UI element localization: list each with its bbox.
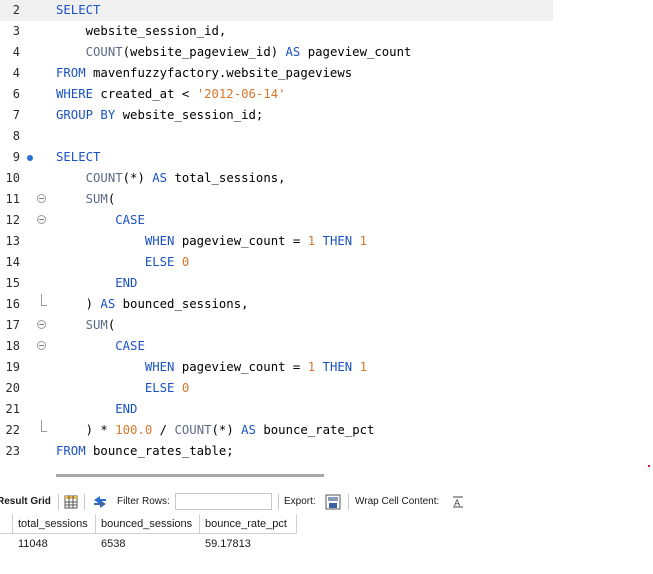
line-number: 14	[5, 255, 20, 269]
marker-dot	[648, 465, 650, 467]
code-line[interactable]: 20 ELSE 0	[0, 378, 653, 399]
code-text: website_session_id,	[56, 24, 227, 38]
line-number: 17	[5, 318, 20, 332]
code-text: WHEN pageview_count = 1 THEN 1	[144, 234, 367, 248]
line-number: 9	[12, 150, 20, 164]
code-text: WHEN pageview_count = 1 THEN 1	[144, 360, 367, 374]
result-toolbar: Result Grid Filter Rows: Export: Wrap Ce…	[0, 490, 653, 514]
line-number: 21	[5, 402, 20, 416]
line-number: 10	[5, 171, 20, 185]
code-line[interactable]: 22 ) * 100.0 / COUNT(*) AS bounce_rate_p…	[0, 420, 653, 441]
grid-view-icon[interactable]	[64, 495, 78, 509]
line-number: 22	[5, 423, 20, 437]
code-text: COUNT(*) AS total_sessions,	[85, 171, 286, 185]
toolbar-separator	[348, 494, 349, 510]
code-text: SELECT	[56, 150, 101, 164]
fold-end-icon	[41, 420, 47, 432]
code-line[interactable]: 13 WHEN pageview_count = 1 THEN 1	[0, 231, 653, 252]
column-header-total-sessions[interactable]: total_sessions	[13, 514, 96, 534]
line-number: 7	[12, 108, 20, 122]
code-text: CASE	[115, 339, 145, 353]
code-text: SUM(	[85, 192, 116, 206]
code-line[interactable]: 21 END	[0, 399, 653, 420]
column-header-bounced-sessions[interactable]: bounced_sessions	[96, 514, 200, 534]
code-text: ELSE 0	[144, 381, 190, 395]
line-number: 23	[5, 444, 20, 458]
column-header-bounce-rate-pct[interactable]: bounce_rate_pct	[200, 514, 297, 534]
fold-toggle-icon[interactable]	[37, 215, 46, 224]
line-number: 3	[12, 24, 20, 38]
code-line[interactable]: 17 SUM(	[0, 315, 653, 336]
export-icon[interactable]	[325, 494, 341, 510]
line-number: 11	[5, 192, 20, 206]
current-statement-marker-icon	[27, 155, 33, 161]
line-number: 2	[12, 3, 20, 17]
line-number: 4	[12, 66, 20, 80]
code-text: SELECT	[56, 3, 101, 17]
editor-horizontal-scrollbar[interactable]	[56, 474, 324, 477]
code-line[interactable]: 10 COUNT(*) AS total_sessions,	[0, 168, 653, 189]
filter-rows-input[interactable]	[175, 493, 272, 510]
wrap-cell-label: Wrap Cell Content:	[355, 496, 440, 507]
code-text: COUNT(website_pageview_id) AS pageview_c…	[85, 45, 412, 59]
code-text: CASE	[115, 213, 145, 227]
code-text: FROM mavenfuzzyfactory.website_pageviews	[56, 66, 353, 80]
line-number: 12	[5, 213, 20, 227]
code-line[interactable]: 23 FROM bounce_rates_table;	[0, 441, 653, 462]
export-label: Export:	[284, 496, 316, 507]
table-cell[interactable]: 11048	[13, 535, 96, 554]
code-line[interactable]: 6 WHERE created_at < '2012-06-14'	[0, 84, 653, 105]
code-text: END	[115, 276, 138, 290]
table-cell[interactable]: 59.17813	[200, 535, 297, 554]
line-number: 18	[5, 339, 20, 353]
fold-toggle-icon[interactable]	[37, 320, 46, 329]
code-text: ) * 100.0 / COUNT(*) AS bounce_rate_pct	[56, 423, 375, 437]
code-line[interactable]: 4 FROM mavenfuzzyfactory.website_pageview…	[0, 63, 653, 84]
code-text: FROM bounce_rates_table;	[56, 444, 234, 458]
code-line[interactable]: 4 COUNT(website_pageview_id) AS pageview…	[0, 42, 653, 63]
code-line[interactable]: 14 ELSE 0	[0, 252, 653, 273]
line-number: 4	[12, 45, 20, 59]
toolbar-separator	[58, 494, 59, 510]
table-cell[interactable]: 6538	[96, 535, 200, 554]
line-number: 13	[5, 234, 20, 248]
filter-arrows-icon[interactable]	[92, 495, 108, 509]
code-line[interactable]: 3 website_session_id,	[0, 21, 653, 42]
result-grid-tab[interactable]: Result Grid	[0, 496, 51, 507]
code-text: SUM(	[85, 318, 116, 332]
fold-toggle-icon[interactable]	[37, 194, 46, 203]
sql-editor[interactable]: 2 SELECT 3 website_session_id, 4 COUNT(webs…	[0, 0, 653, 470]
toolbar-separator	[84, 494, 85, 510]
row-selector-header[interactable]	[0, 514, 13, 534]
code-line[interactable]: 12 CASE	[0, 210, 653, 231]
code-text: WHERE created_at < '2012-06-14'	[56, 87, 286, 101]
code-line[interactable]: 15 END	[0, 273, 653, 294]
line-number: 20	[5, 381, 20, 395]
code-text: ) AS bounced_sessions,	[56, 297, 249, 311]
code-line[interactable]: 19 WHEN pageview_count = 1 THEN 1	[0, 357, 653, 378]
code-line[interactable]: 8	[0, 126, 653, 147]
line-number: 15	[5, 276, 20, 290]
code-text: ELSE 0	[144, 255, 190, 269]
code-line[interactable]: 2 SELECT	[0, 0, 553, 21]
code-line[interactable]: 9 SELECT	[0, 147, 653, 168]
code-line[interactable]: 7 GROUP BY website_session_id;	[0, 105, 653, 126]
code-line[interactable]: 18 CASE	[0, 336, 653, 357]
line-number: 16	[5, 297, 20, 311]
code-text: GROUP BY website_session_id;	[56, 108, 264, 122]
code-text: END	[115, 402, 138, 416]
wrap-text-icon[interactable]: A	[452, 496, 464, 508]
fold-end-icon	[41, 294, 47, 306]
code-line[interactable]: 11 SUM(	[0, 189, 653, 210]
line-number: 8	[12, 129, 20, 143]
filter-rows-label: Filter Rows:	[117, 496, 170, 507]
code-line[interactable]: 16 ) AS bounced_sessions,	[0, 294, 653, 315]
toolbar-separator	[278, 494, 279, 510]
line-number: 19	[5, 360, 20, 374]
fold-toggle-icon[interactable]	[37, 341, 46, 350]
line-number: 6	[12, 87, 20, 101]
